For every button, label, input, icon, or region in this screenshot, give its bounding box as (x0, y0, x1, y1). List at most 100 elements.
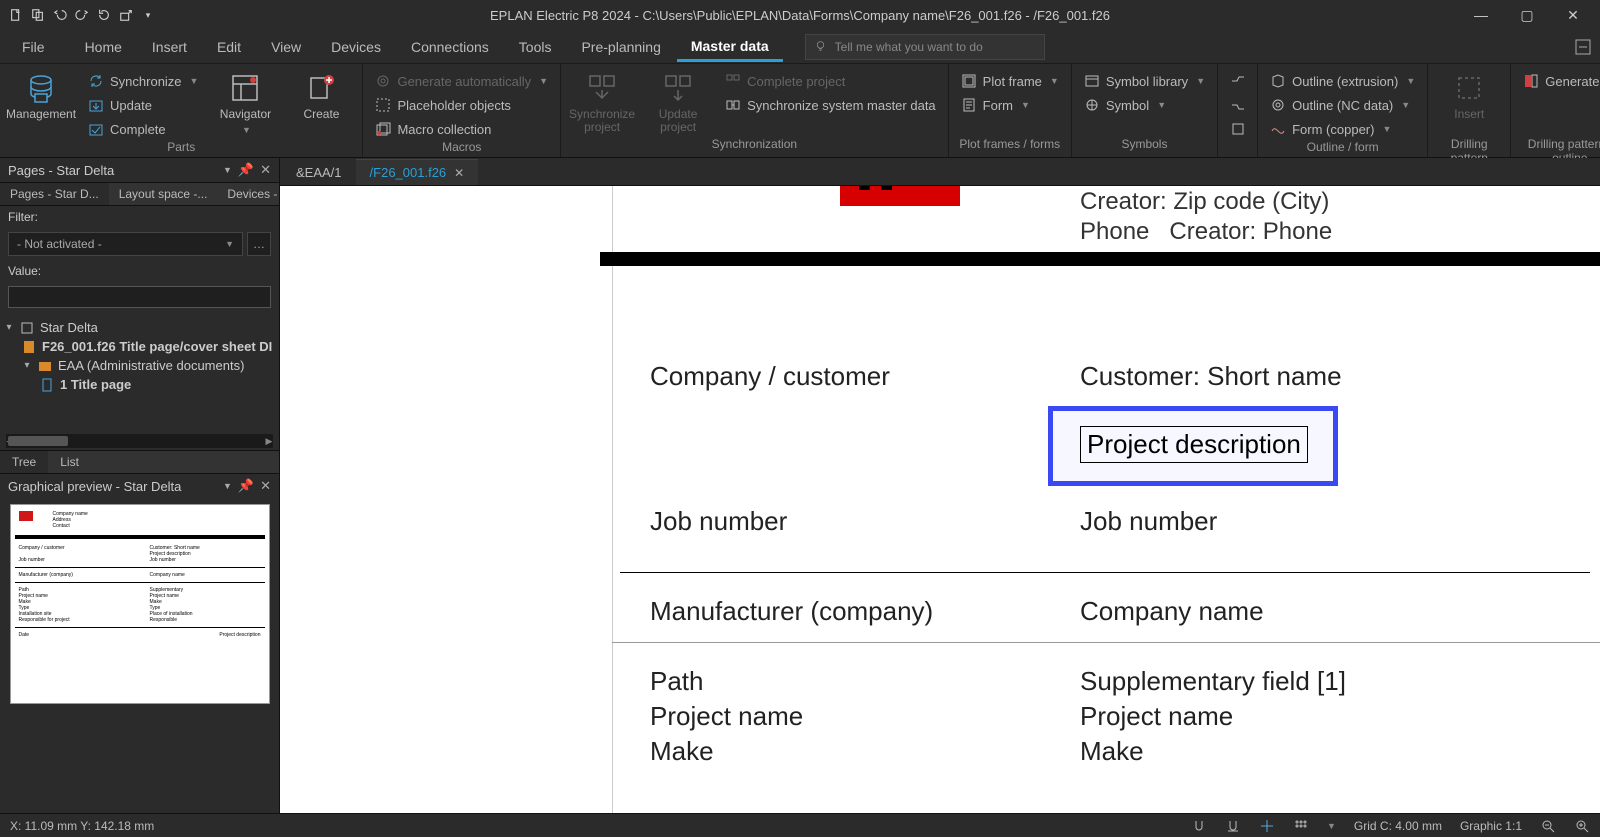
group-sync: Synchronize project Update project Compl… (561, 64, 949, 157)
value-input[interactable] (8, 286, 271, 308)
snap-icon-1[interactable] (1191, 818, 1207, 834)
connector-icon-1[interactable] (1224, 70, 1252, 92)
zoom-out-icon[interactable] (1540, 818, 1556, 834)
inner-tab-pages[interactable]: Pages - Star D... (0, 183, 109, 205)
menu-tools[interactable]: Tools (505, 33, 566, 61)
synchronize-button[interactable]: Synchronize▼ (82, 70, 204, 92)
complete-project-button[interactable]: Complete project (719, 70, 942, 92)
close-tab-icon[interactable]: ✕ (454, 166, 464, 180)
scroll-right-icon[interactable]: ▶ (263, 434, 275, 448)
sync-master-button[interactable]: Synchronize system master data (719, 94, 942, 116)
chevron-down-icon[interactable]: ▼ (1327, 821, 1336, 831)
bottom-tab-list[interactable]: List (48, 451, 91, 473)
tell-me-search[interactable]: Tell me what you want to do (805, 34, 1045, 60)
group-drill-outline: Generate▼ Drilling pattern / outline (1511, 64, 1600, 157)
navigator-button[interactable]: Navigator▼ (210, 68, 280, 135)
connector-icon-2[interactable] (1224, 94, 1252, 116)
chevron-down-icon: ▼ (1021, 100, 1030, 110)
crosshair-icon[interactable] (1259, 818, 1275, 834)
snap-icon-2[interactable] (1225, 818, 1241, 834)
form-copper-button[interactable]: Form (copper)▼ (1264, 118, 1421, 140)
insert-drill-button[interactable]: Insert (1434, 68, 1504, 121)
tree-node-eaa[interactable]: EAA (Administrative documents) (58, 358, 244, 373)
tree-node-root[interactable]: Star Delta (40, 320, 98, 335)
form-canvas[interactable]: ━▌▌ Creator: Zip code (City) Phone Creat… (280, 186, 1600, 813)
maximize-button[interactable]: ▢ (1512, 7, 1542, 24)
pin-icon[interactable]: 📌 (238, 478, 254, 494)
doctab-f26[interactable]: /F26_001.f26✕ (356, 159, 479, 185)
plot-frame-button[interactable]: Plot frame▼ (955, 70, 1065, 92)
grid-icon[interactable] (1293, 818, 1309, 834)
filter-more-button[interactable]: … (247, 232, 271, 256)
supp-field-label: Supplementary field [1] (1080, 666, 1346, 697)
macro-collection-button[interactable]: Macro collection (369, 118, 554, 140)
chevron-down-icon: ▼ (1401, 100, 1410, 110)
tree-node-f26[interactable]: F26_001.f26 Title page/cover sheet DI (42, 339, 272, 354)
symbol-button[interactable]: Symbol▼ (1078, 94, 1211, 116)
menu-view[interactable]: View (257, 33, 315, 61)
tree-collapse-icon[interactable]: ▾ (4, 322, 14, 333)
undo-icon[interactable] (50, 5, 70, 25)
project-name-right: Project name (1080, 701, 1233, 732)
folder-icon (38, 359, 52, 373)
menu-file[interactable]: File (8, 33, 59, 61)
form-button[interactable]: Form▼ (955, 94, 1065, 116)
filter-combo[interactable]: - Not activated -▼ (8, 232, 243, 256)
menu-insert[interactable]: Insert (138, 33, 201, 61)
new-icon[interactable] (6, 5, 26, 25)
panel-menu-icon[interactable]: ▼ (223, 481, 232, 491)
complete-button[interactable]: Complete (82, 118, 204, 140)
preview-sheet[interactable]: Company nameAddressContact Company / cus… (10, 504, 270, 704)
zoom-in-icon[interactable] (1574, 818, 1590, 834)
outline-ncdata-button[interactable]: Outline (NC data)▼ (1264, 94, 1421, 116)
update-button[interactable]: Update (82, 94, 204, 116)
sync-icon (88, 73, 104, 89)
menu-edit[interactable]: Edit (203, 33, 255, 61)
management-button[interactable]: Management (6, 68, 76, 121)
close-button[interactable]: ✕ (1558, 7, 1588, 24)
symbol-library-button[interactable]: Symbol library▼ (1078, 70, 1211, 92)
generate-drill-button[interactable]: Generate▼ (1517, 70, 1600, 92)
tree-node-titlepage[interactable]: 1 Title page (60, 377, 131, 392)
group-macros: Generate automatically▼ Placeholder obje… (363, 64, 561, 157)
close-panel-icon[interactable]: ✕ (260, 478, 271, 494)
status-grid: Grid C: 4.00 mm (1354, 819, 1442, 833)
close-panel-icon[interactable]: ✕ (260, 162, 271, 178)
quick-access-toolbar: ▾ (6, 5, 158, 25)
chevron-down-icon: ▼ (1196, 76, 1205, 86)
outline-extrusion-button[interactable]: Outline (extrusion)▼ (1264, 70, 1421, 92)
tree-hscroll[interactable]: ◀▶ (6, 434, 273, 448)
panel-menu-icon[interactable]: ▼ (223, 165, 232, 175)
refresh-icon[interactable] (94, 5, 114, 25)
export-icon[interactable] (116, 5, 136, 25)
menu-home[interactable]: Home (71, 33, 136, 61)
pages-tree[interactable]: ▾ Star Delta F26_001.f26 Title page/cover… (0, 312, 279, 432)
guide-vertical (612, 186, 613, 813)
pin-icon[interactable]: 📌 (238, 162, 254, 178)
update-project-button[interactable]: Update project (643, 68, 713, 134)
chevron-down-icon: ▼ (1157, 100, 1166, 110)
preview-panel-header: Graphical preview - Star Delta ▼ 📌 ✕ (0, 473, 279, 498)
connector-icon-3[interactable] (1224, 118, 1252, 140)
ribbon-collapse-icon[interactable] (1574, 38, 1592, 56)
menu-connections[interactable]: Connections (397, 33, 503, 61)
bottom-tab-tree[interactable]: Tree (0, 451, 48, 473)
menu-preplanning[interactable]: Pre-planning (567, 33, 674, 61)
sync-project-button[interactable]: Synchronize project (567, 68, 637, 134)
project-description-field[interactable]: Project description (1080, 426, 1308, 463)
minimize-button[interactable]: — (1466, 7, 1496, 24)
qat-customize-icon[interactable]: ▾ (138, 5, 158, 25)
plot-frame-icon (961, 73, 977, 89)
path-label: Path (650, 666, 704, 697)
generate-auto-button[interactable]: Generate automatically▼ (369, 70, 554, 92)
copy-icon[interactable] (28, 5, 48, 25)
redo-icon[interactable] (72, 5, 92, 25)
placeholder-objects-button[interactable]: Placeholder objects (369, 94, 554, 116)
menu-masterdata[interactable]: Master data (677, 32, 783, 62)
doctab-eaa[interactable]: &EAA/1 (282, 159, 356, 185)
create-button[interactable]: Create (286, 68, 356, 121)
scroll-thumb[interactable] (8, 436, 68, 446)
tree-collapse-icon[interactable]: ▾ (22, 360, 32, 371)
menu-devices[interactable]: Devices (317, 33, 395, 61)
inner-tab-layout[interactable]: Layout space -... (109, 183, 218, 205)
